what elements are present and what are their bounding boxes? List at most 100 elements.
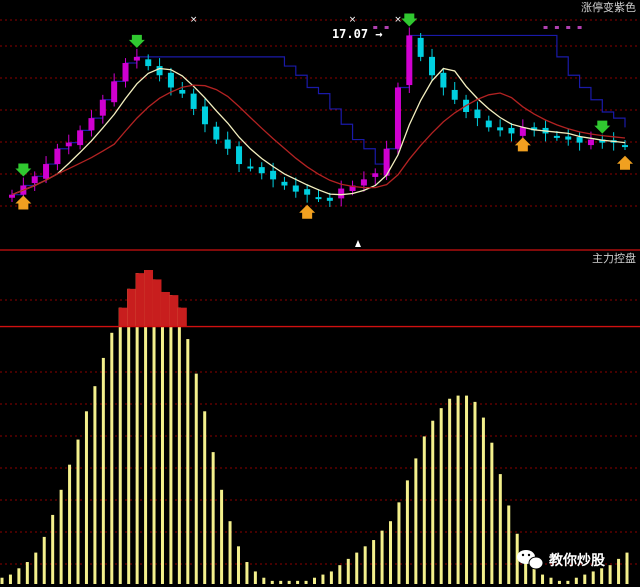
candle-body [281, 181, 288, 186]
control-bar [245, 562, 249, 584]
buy-arrow-icon [514, 137, 531, 152]
control-bar [262, 577, 266, 584]
control-bar [228, 521, 232, 584]
candle-body [145, 59, 152, 67]
control-bar [321, 574, 325, 584]
control-bar [236, 546, 240, 584]
control-bar [42, 536, 46, 584]
control-bar [84, 411, 88, 584]
candle-body [236, 146, 243, 165]
sell-arrow-icon [401, 13, 418, 27]
control-bar [448, 398, 452, 584]
candle-body [88, 118, 95, 131]
purple-mark [577, 26, 582, 29]
purple-mark [554, 26, 559, 29]
control-bar [414, 458, 418, 584]
control-bar [566, 580, 570, 584]
watermark-text: 教你炒股 [549, 552, 606, 569]
candle-body [111, 81, 118, 103]
control-bar [481, 417, 485, 584]
candle-body [224, 139, 231, 149]
candle-body [519, 127, 526, 136]
candle-body [133, 56, 140, 61]
candle-body [77, 130, 84, 146]
candle-body [167, 72, 174, 88]
control-bar [600, 568, 604, 584]
control-bar [329, 571, 333, 584]
control-bar-excess [169, 295, 179, 327]
candle-body [156, 66, 163, 76]
candle-body [247, 166, 254, 169]
control-bar [211, 452, 215, 584]
control-bar [431, 420, 435, 584]
control-bar [389, 521, 393, 584]
buy-arrow-icon [299, 204, 316, 219]
control-bar [101, 357, 105, 584]
control-bar [574, 577, 578, 584]
candle-body [65, 142, 72, 147]
control-bar [422, 436, 426, 584]
candle-body [417, 37, 424, 57]
control-bar [287, 580, 291, 584]
control-bar-excess [127, 288, 137, 327]
candle-body [122, 63, 129, 82]
control-bar [490, 442, 494, 584]
candle-body [43, 164, 50, 179]
control-bar-excess [135, 273, 145, 327]
control-bar [8, 574, 12, 584]
control-bar [498, 474, 502, 584]
candle-body [304, 189, 311, 195]
candle-body [372, 173, 379, 177]
control-bar-excess [160, 291, 170, 327]
control-bar [194, 373, 198, 584]
control-bar [532, 568, 536, 584]
signals [15, 13, 633, 219]
control-bar [220, 489, 224, 584]
control-bar-excess [177, 307, 187, 327]
candle-body [292, 185, 299, 192]
candle-body [99, 99, 106, 116]
control-bar [397, 502, 401, 584]
purple-mark [543, 26, 548, 29]
candle-body [213, 126, 220, 140]
candle-body [622, 145, 628, 148]
control-bar [456, 395, 460, 584]
control-bar [363, 546, 367, 584]
control-bar [541, 574, 545, 584]
control-bar [346, 558, 350, 584]
control-bar [557, 580, 561, 584]
control-bar [583, 574, 587, 584]
candle-body [31, 176, 38, 184]
candle-body [474, 109, 481, 119]
control-bar [313, 577, 316, 584]
candle-body [553, 135, 560, 138]
control-bar [203, 411, 207, 584]
control-bar [465, 395, 469, 584]
candle-body [190, 93, 197, 109]
candles: × × × [9, 15, 628, 207]
control-bar [279, 580, 283, 584]
candle-body [440, 72, 447, 88]
control-bar [253, 571, 257, 584]
control-bar [591, 571, 595, 584]
limit-up-mark: × [349, 15, 357, 25]
control-bar [270, 580, 274, 584]
candle-body [451, 89, 458, 100]
control-bar [380, 530, 384, 584]
buy-arrow-icon [617, 155, 633, 170]
purple-mark [384, 26, 389, 29]
control-bar-excess [152, 279, 162, 327]
candle-body [338, 188, 345, 199]
control-bar [439, 408, 443, 584]
candle-body [54, 148, 61, 165]
candle-body [565, 136, 572, 140]
stock-chart: × × × 涨停变紫色 主力控盘 17.07 → 教你炒股 [0, 0, 640, 584]
wechat-icon [517, 550, 544, 570]
control-bar [617, 558, 621, 584]
control-bar [405, 480, 409, 584]
sell-arrow-icon [15, 163, 32, 177]
control-bar [473, 401, 477, 584]
control-bar [338, 565, 342, 584]
sub-panel-title: 主力控盘 [592, 251, 636, 265]
control-bar [17, 568, 21, 584]
